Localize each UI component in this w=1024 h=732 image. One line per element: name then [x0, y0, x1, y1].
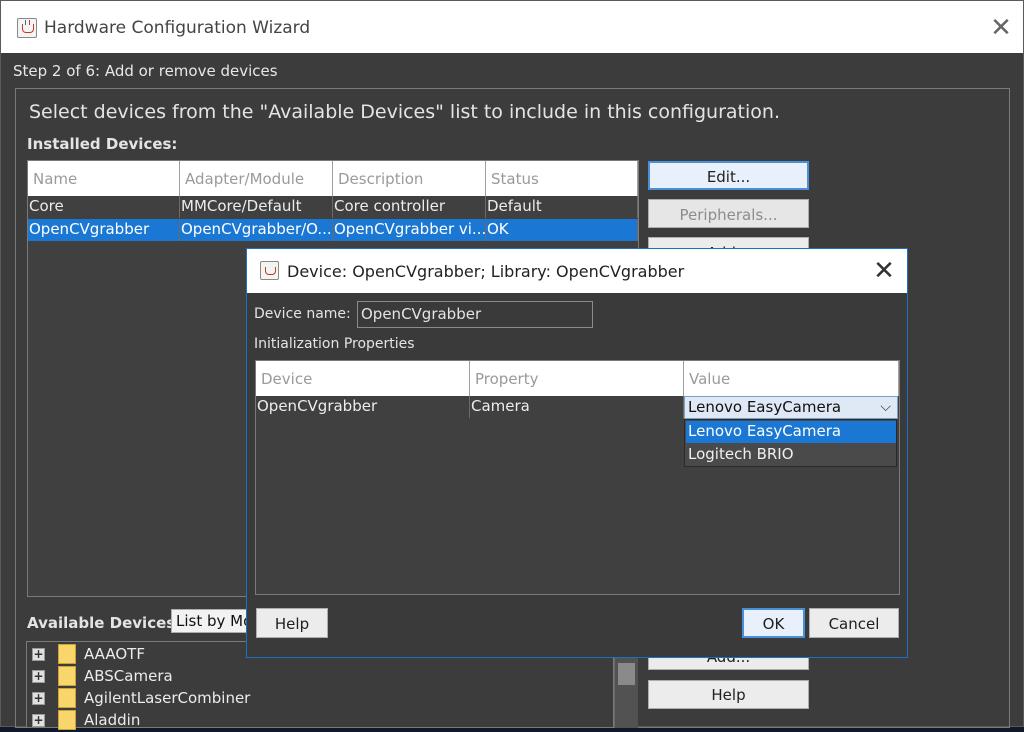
dialog-help-button[interactable]: Help	[256, 608, 328, 638]
available-devices-label: Available Devices:	[27, 614, 182, 632]
dialog-title: Device: OpenCVgrabber; Library: OpenCVgr…	[287, 262, 685, 281]
instruction-text: Select devices from the "Available Devic…	[29, 101, 780, 123]
cell-name: Core	[28, 196, 180, 218]
java-app-icon	[17, 18, 37, 38]
cell-device: OpenCVgrabber	[256, 396, 470, 418]
chevron-down-icon[interactable]: ⌵	[880, 399, 891, 415]
expand-icon[interactable]: +	[32, 714, 45, 727]
col-header-adapter[interactable]: Adapter/Module	[180, 161, 333, 196]
tree-item-label: AAAOTF	[84, 645, 145, 663]
combobox-value: Lenovo EasyCamera	[688, 398, 842, 416]
folder-icon	[58, 644, 76, 664]
device-name-field[interactable]: OpenCVgrabber	[357, 301, 593, 328]
table-row-selected[interactable]: OpenCVgrabber OpenCVgrabber/O... OpenCVg…	[28, 219, 638, 242]
tree-item-label: Aladdin	[84, 711, 141, 729]
dropdown-option[interactable]: Lenovo EasyCamera	[686, 421, 896, 443]
installed-devices-label: Installed Devices:	[27, 135, 178, 153]
device-dialog: Device: OpenCVgrabber; Library: OpenCVgr…	[246, 248, 908, 658]
cell-adapter: MMCore/Default	[180, 196, 333, 218]
tree-item-agilentlasercombiner[interactable]: + AgilentLaserCombiner	[32, 688, 612, 710]
init-properties-label: Initialization Properties	[254, 336, 415, 352]
expand-icon[interactable]: +	[32, 648, 45, 661]
tree-item-label: AgilentLaserCombiner	[84, 689, 251, 707]
folder-icon	[58, 688, 76, 708]
camera-value-combobox[interactable]: Lenovo EasyCamera ⌵	[684, 396, 898, 419]
cell-name: OpenCVgrabber	[28, 219, 180, 241]
col-header-status[interactable]: Status	[486, 161, 638, 196]
col-header-device[interactable]: Device	[256, 361, 470, 396]
cell-status: OK	[486, 219, 638, 241]
cell-property: Camera	[470, 396, 684, 418]
scroll-thumb[interactable]	[618, 663, 635, 685]
close-icon[interactable]: ✕	[869, 256, 899, 286]
window-title: Hardware Configuration Wizard	[44, 18, 311, 38]
cancel-button[interactable]: Cancel	[809, 608, 899, 638]
step-label: Step 2 of 6: Add or remove devices	[13, 62, 278, 80]
help-button-main[interactable]: Help	[648, 680, 809, 709]
tree-item-abscamera[interactable]: + ABSCamera	[32, 666, 612, 688]
col-header-value[interactable]: Value	[684, 361, 899, 396]
java-app-icon	[260, 261, 279, 280]
peripherals-button[interactable]: Peripherals...	[648, 199, 809, 228]
col-header-name[interactable]: Name	[28, 161, 180, 196]
col-header-description[interactable]: Description	[333, 161, 486, 196]
table-row[interactable]: Core MMCore/Default Core controller Defa…	[28, 196, 638, 219]
cell-adapter: OpenCVgrabber/O...	[180, 219, 333, 241]
dropdown-option[interactable]: Logitech BRIO	[686, 444, 896, 466]
cell-description: Core controller	[333, 196, 486, 218]
folder-icon	[58, 666, 76, 686]
device-name-label: Device name:	[254, 306, 351, 322]
list-mode-select[interactable]: List by Module	[171, 609, 251, 633]
edit-button[interactable]: Edit...	[648, 161, 809, 190]
dialog-titlebar: Device: OpenCVgrabber; Library: OpenCVgr…	[247, 249, 907, 293]
tree-item-label: ABSCamera	[84, 667, 173, 685]
camera-dropdown-list: Lenovo EasyCamera Logitech BRIO	[684, 419, 897, 467]
close-icon[interactable]: ✕	[984, 13, 1018, 43]
expand-icon[interactable]: +	[32, 692, 45, 705]
tree-item-aladdin[interactable]: + Aladdin	[32, 710, 612, 732]
col-header-property[interactable]: Property	[470, 361, 684, 396]
window-titlebar: Hardware Configuration Wizard ✕	[1, 1, 1023, 53]
expand-icon[interactable]: +	[32, 670, 45, 683]
ok-button[interactable]: OK	[742, 608, 805, 638]
cell-description: OpenCVgrabber vi...	[333, 219, 486, 241]
cell-status: Default	[486, 196, 638, 218]
folder-icon	[58, 710, 76, 730]
